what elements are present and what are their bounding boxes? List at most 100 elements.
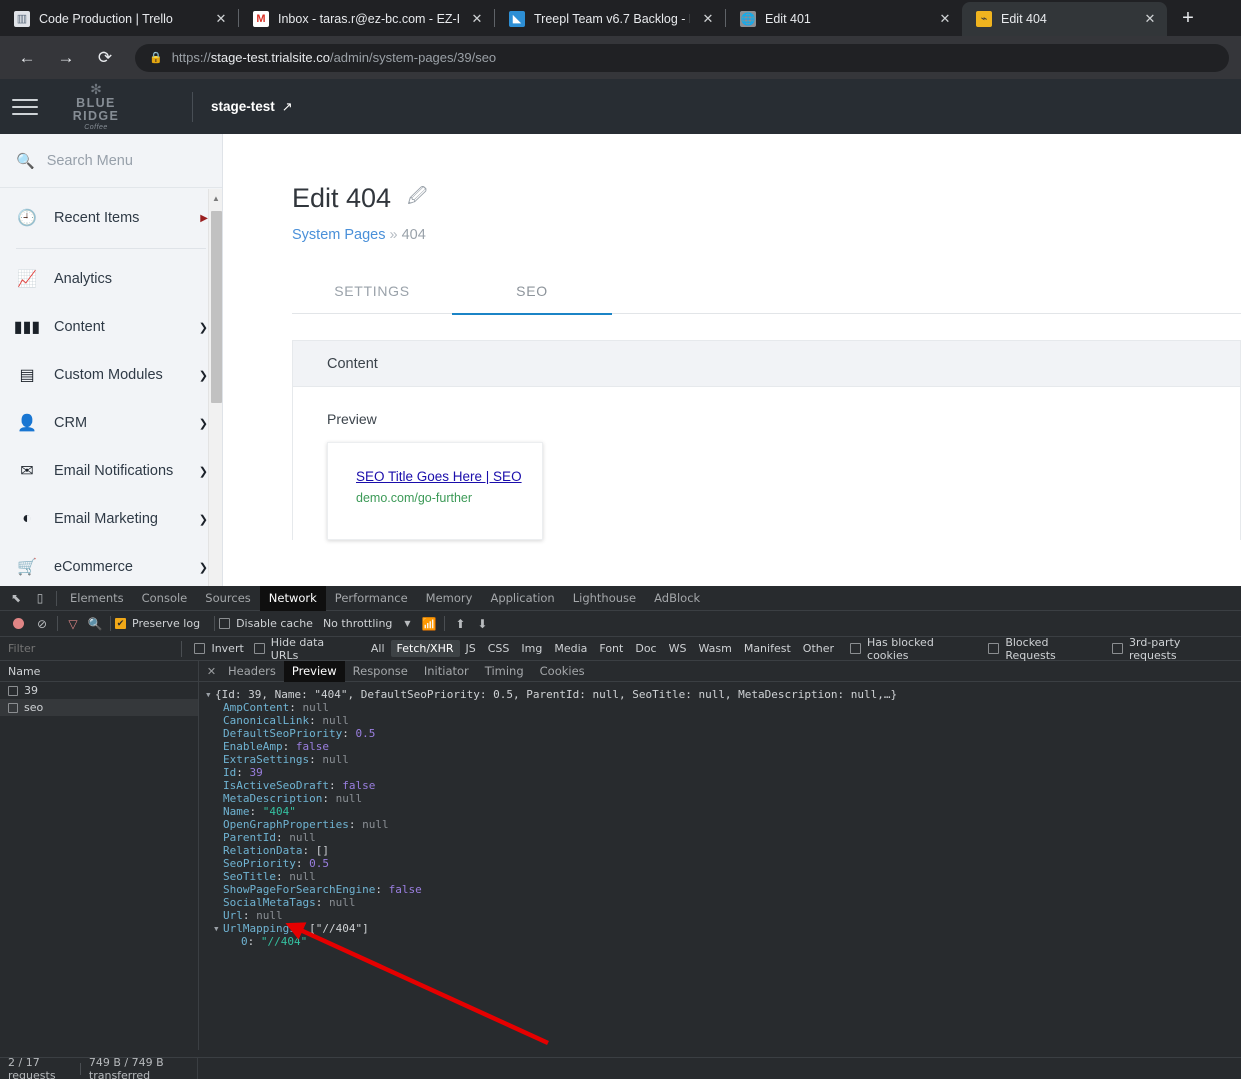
external-link-icon[interactable]: ↗: [282, 99, 293, 115]
filter-icon[interactable]: ▽: [62, 613, 84, 635]
devtools-tab-adblock[interactable]: AdBlock: [645, 586, 709, 611]
json-property-row[interactable]: CanonicalLink: null: [205, 714, 1241, 727]
close-icon[interactable]: ✕: [1141, 10, 1159, 28]
json-property-row[interactable]: SeoPriority: 0.5: [205, 857, 1241, 870]
import-har-icon[interactable]: ⬆: [449, 613, 471, 635]
close-icon[interactable]: ✕: [699, 10, 717, 28]
clear-icon[interactable]: ⊘: [31, 613, 53, 635]
has-blocked-cookies-toggle[interactable]: Has blocked cookies: [850, 636, 978, 662]
detail-tab-timing[interactable]: Timing: [477, 661, 532, 682]
browser-tab-treepl[interactable]: ◣ Treepl Team v6.7 Backlog - Board ✕: [495, 2, 725, 36]
disable-cache-toggle[interactable]: Disable cache: [219, 617, 313, 630]
type-filter-ws[interactable]: WS: [663, 640, 693, 657]
json-property-row[interactable]: EnableAmp: false: [205, 740, 1241, 753]
forward-icon[interactable]: →: [51, 43, 81, 73]
sidebar-item-email-marketing[interactable]: ◐ Email Marketing ❯: [0, 495, 222, 543]
request-row-seo[interactable]: seo: [0, 699, 198, 716]
browser-tab-trello[interactable]: ▥ Code Production | Trello ✕: [0, 2, 238, 36]
detail-tab-headers[interactable]: Headers: [220, 661, 284, 682]
type-filter-css[interactable]: CSS: [482, 640, 516, 657]
type-filter-media[interactable]: Media: [548, 640, 593, 657]
hamburger-menu-icon[interactable]: [12, 97, 38, 117]
json-property-row[interactable]: 0: "//404": [205, 935, 1241, 948]
sidebar-item-recent-items[interactable]: 🕘 Recent Items ▶: [0, 194, 222, 242]
disclosure-triangle-icon[interactable]: ▾: [205, 688, 215, 701]
chevron-down-icon[interactable]: ▼: [396, 613, 418, 635]
search-icon[interactable]: 🔍: [84, 613, 106, 635]
type-filter-doc[interactable]: Doc: [629, 640, 662, 657]
close-icon[interactable]: ✕: [203, 665, 220, 678]
type-filter-js[interactable]: JS: [460, 640, 482, 657]
json-property-row[interactable]: ShowPageForSearchEngine: false: [205, 883, 1241, 896]
json-property-row[interactable]: RelationData: []: [205, 844, 1241, 857]
json-property-row[interactable]: ParentId: null: [205, 831, 1241, 844]
type-filter-wasm[interactable]: Wasm: [692, 640, 737, 657]
close-icon[interactable]: ✕: [936, 10, 954, 28]
sidebar-item-ecommerce[interactable]: 🛒 eCommerce ❯: [0, 543, 222, 586]
json-property-row[interactable]: Id: 39: [205, 766, 1241, 779]
close-icon[interactable]: ✕: [212, 10, 230, 28]
type-filter-other[interactable]: Other: [797, 640, 840, 657]
devtools-tab-elements[interactable]: Elements: [61, 586, 133, 611]
serp-title[interactable]: SEO Title Goes Here | SEO: [356, 469, 542, 484]
json-property-row[interactable]: MetaDescription: null: [205, 792, 1241, 805]
reload-icon[interactable]: ⟳: [90, 43, 120, 73]
json-property-row[interactable]: ExtraSettings: null: [205, 753, 1241, 766]
hide-data-urls-toggle[interactable]: Hide data URLs: [253, 636, 355, 662]
json-property-row[interactable]: IsActiveSeoDraft: false: [205, 779, 1241, 792]
json-property-row[interactable]: OpenGraphProperties: null: [205, 818, 1241, 831]
throttling-select[interactable]: No throttling: [323, 617, 392, 630]
disclosure-triangle-icon[interactable]: ▾: [213, 922, 223, 935]
request-row-39[interactable]: 39: [0, 682, 198, 699]
tab-settings[interactable]: SETTINGS: [292, 268, 452, 314]
sidebar-item-custom-modules[interactable]: ▤ Custom Modules ❯: [0, 351, 222, 399]
device-toolbar-icon[interactable]: ▯: [28, 587, 52, 609]
close-icon[interactable]: ✕: [468, 10, 486, 28]
scrollbar-thumb[interactable]: [211, 211, 222, 403]
devtools-tab-lighthouse[interactable]: Lighthouse: [564, 586, 645, 611]
json-root-line[interactable]: ▾ {Id: 39, Name: "404", DefaultSeoPriorit…: [205, 688, 1241, 701]
scroll-up-icon[interactable]: ▲: [209, 191, 223, 205]
search-input[interactable]: [46, 152, 197, 169]
browser-tab-edit-401[interactable]: 🌐 Edit 401 ✕: [726, 2, 962, 36]
network-conditions-icon[interactable]: 📶: [418, 613, 440, 635]
json-property-row[interactable]: SeoTitle: null: [205, 870, 1241, 883]
type-filter-manifest[interactable]: Manifest: [738, 640, 797, 657]
devtools-tab-performance[interactable]: Performance: [326, 586, 417, 611]
detail-tab-preview[interactable]: Preview: [283, 660, 345, 682]
detail-tab-initiator[interactable]: Initiator: [416, 661, 477, 682]
json-property-row[interactable]: SocialMetaTags: null: [205, 896, 1241, 909]
sidebar-item-content[interactable]: ▮▮▮ Content ❯: [0, 303, 222, 351]
new-tab-button[interactable]: +: [1173, 3, 1203, 33]
json-property-row[interactable]: AmpContent: null: [205, 701, 1241, 714]
sidebar-item-email-notifications[interactable]: ✉ Email Notifications ❯: [0, 447, 222, 495]
preserve-log-toggle[interactable]: ✔ Preserve log: [115, 617, 200, 630]
invert-toggle[interactable]: Invert: [194, 642, 244, 655]
devtools-tab-console[interactable]: Console: [133, 586, 197, 611]
type-filter-all[interactable]: All: [365, 640, 391, 657]
json-preview-viewer[interactable]: ▾ {Id: 39, Name: "404", DefaultSeoPriorit…: [199, 682, 1241, 948]
type-filter-fetch-xhr[interactable]: Fetch/XHR: [390, 640, 460, 657]
json-property-row[interactable]: ▾ UrlMappings: ["//404"]: [205, 922, 1241, 935]
third-party-requests-toggle[interactable]: 3rd-party requests: [1112, 636, 1231, 662]
breadcrumb-link-system-pages[interactable]: System Pages: [292, 227, 386, 243]
json-property-row[interactable]: Url: null: [205, 909, 1241, 922]
sidebar-scrollbar[interactable]: ▲ ▼: [208, 189, 222, 586]
devtools-tab-application[interactable]: Application: [481, 586, 563, 611]
inspect-icon[interactable]: ⬉: [4, 587, 28, 609]
browser-tab-edit-404[interactable]: ⌁ Edit 404 ✕: [962, 2, 1167, 36]
address-bar[interactable]: 🔒 https://stage-test.trialsite.co/admin/…: [135, 43, 1229, 72]
record-icon[interactable]: [13, 618, 24, 629]
sidebar-search[interactable]: 🔍: [0, 134, 222, 188]
site-name-link[interactable]: stage-test ↗: [211, 99, 293, 115]
detail-tab-response[interactable]: Response: [345, 661, 416, 682]
filter-input[interactable]: [0, 636, 178, 661]
detail-tab-cookies[interactable]: Cookies: [532, 661, 593, 682]
type-filter-font[interactable]: Font: [593, 640, 629, 657]
back-icon[interactable]: ←: [12, 43, 42, 73]
sidebar-item-analytics[interactable]: 📈 Analytics: [0, 255, 222, 303]
laptop-edit-icon[interactable]: 🖉: [407, 182, 427, 214]
export-har-icon[interactable]: ⬇: [471, 613, 493, 635]
json-property-row[interactable]: Name: "404": [205, 805, 1241, 818]
sidebar-item-crm[interactable]: 👤 CRM ❯: [0, 399, 222, 447]
